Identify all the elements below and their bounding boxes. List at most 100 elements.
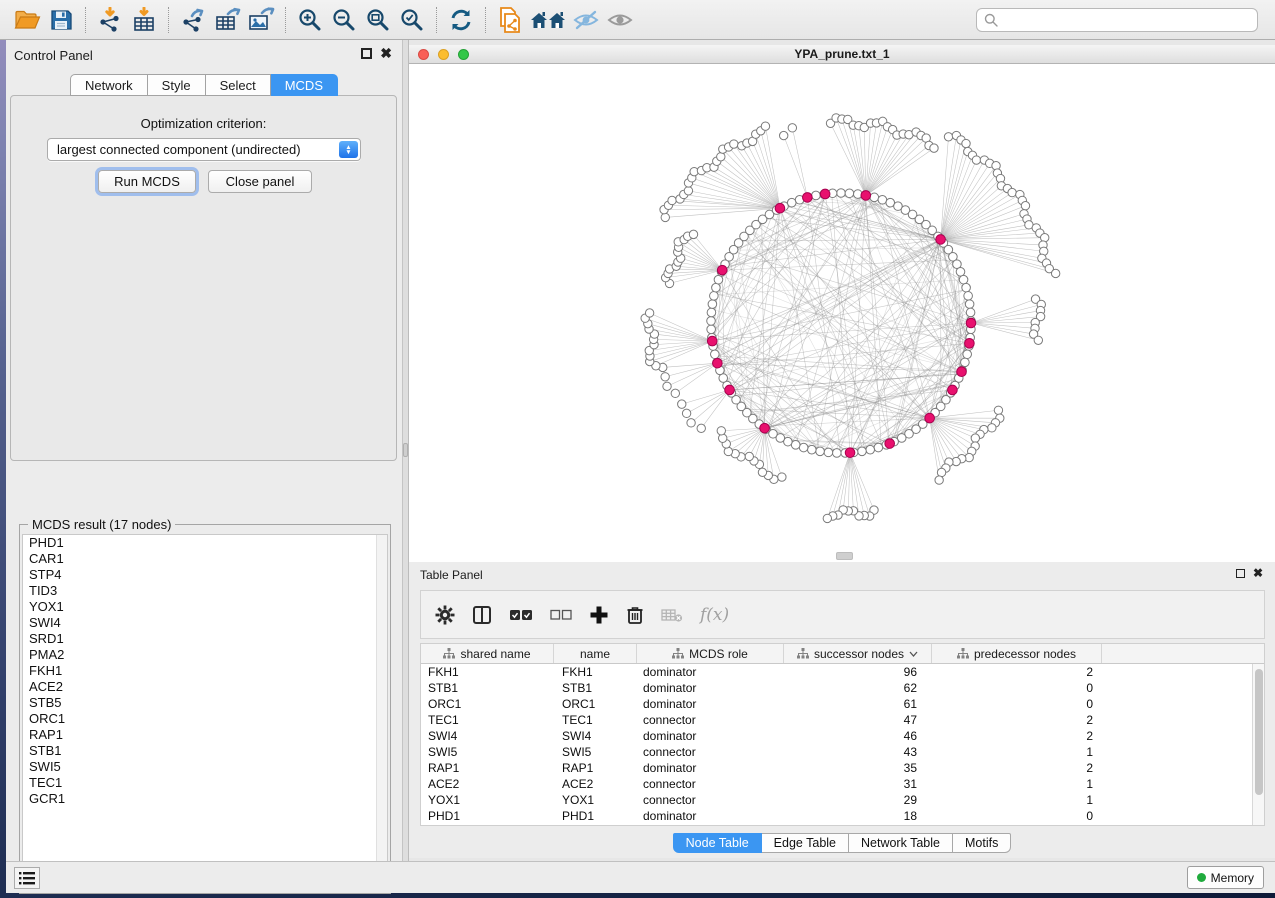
table-row[interactable]: RAP1RAP1dominator352: [421, 760, 1264, 776]
table-cell: FKH1: [554, 664, 637, 680]
tree-icon: [443, 648, 455, 659]
memory-button[interactable]: Memory: [1187, 866, 1264, 889]
mcds-result-item[interactable]: SRD1: [23, 631, 387, 647]
table-cell: 46: [784, 728, 932, 744]
horizontal-splitter-handle[interactable]: [836, 552, 853, 560]
settings-icon[interactable]: [435, 605, 455, 625]
table-row[interactable]: FKH1FKH1dominator962: [421, 664, 1264, 680]
network-window-titlebar[interactable]: YPA_prune.txt_1: [409, 45, 1275, 64]
zoom-out-icon[interactable]: [327, 5, 361, 35]
table-row[interactable]: ORC1ORC1dominator610: [421, 696, 1264, 712]
tab-motifs[interactable]: Motifs: [953, 833, 1011, 853]
mcds-result-item[interactable]: RAP1: [23, 727, 387, 743]
mcds-result-item[interactable]: ACE2: [23, 679, 387, 695]
table-header-row: shared name name MCDS role successor nod…: [421, 644, 1264, 664]
import-network-icon[interactable]: [93, 5, 127, 35]
export-image-icon[interactable]: [244, 5, 278, 35]
table-tabs: Node Table Edge Table Network Table Moti…: [409, 833, 1275, 853]
open-session-icon[interactable]: [10, 5, 44, 35]
vertical-splitter[interactable]: [402, 40, 409, 861]
column-header-shared-name[interactable]: shared name: [421, 644, 554, 663]
close-panel-icon[interactable]: ✖: [1253, 568, 1263, 579]
tab-network[interactable]: Network: [70, 74, 148, 96]
mcds-result-list[interactable]: PHD1CAR1STP4TID3YOX1SWI4SRD1PMA2FKH1ACE2…: [22, 534, 388, 891]
tree-icon: [957, 648, 969, 659]
table-toolbar: f(x): [420, 590, 1265, 639]
splitter-handle[interactable]: [403, 443, 408, 457]
table-cell: STB1: [421, 680, 554, 696]
mcds-result-item[interactable]: TEC1: [23, 775, 387, 791]
first-neighbors-icon[interactable]: [527, 5, 569, 35]
tab-style[interactable]: Style: [148, 74, 206, 96]
hide-selected-icon[interactable]: [569, 5, 603, 35]
table-row[interactable]: STB1STB1dominator620: [421, 680, 1264, 696]
column-header-name[interactable]: name: [554, 644, 637, 663]
export-network-icon[interactable]: [176, 5, 210, 35]
duplicate-network-icon[interactable]: [493, 5, 527, 35]
mcds-result-item[interactable]: CAR1: [23, 551, 387, 567]
table-cell: 43: [784, 744, 932, 760]
mcds-result-item[interactable]: PMA2: [23, 647, 387, 663]
tab-mcds[interactable]: MCDS: [271, 74, 338, 96]
scrollbar-thumb[interactable]: [1255, 669, 1263, 795]
table-row[interactable]: YOX1YOX1connector291: [421, 792, 1264, 808]
mcds-result-item[interactable]: FKH1: [23, 663, 387, 679]
close-panel-button[interactable]: Close panel: [208, 170, 312, 193]
table-cell: SWI4: [421, 728, 554, 744]
tab-edge-table[interactable]: Edge Table: [762, 833, 849, 853]
column-header-mcds-role[interactable]: MCDS role: [637, 644, 784, 663]
table-cell: dominator: [637, 728, 784, 744]
close-panel-icon[interactable]: ✖: [380, 48, 392, 59]
columns-icon[interactable]: [472, 605, 492, 625]
export-table-icon[interactable]: [210, 5, 244, 35]
import-table-icon[interactable]: [127, 5, 161, 35]
table-panel: Table Panel ✖ f(x): [409, 562, 1275, 858]
network-canvas[interactable]: [409, 64, 1275, 562]
table-cell: 62: [784, 680, 932, 696]
apply-layout-icon[interactable]: [444, 5, 478, 35]
column-header-predecessor-nodes[interactable]: predecessor nodes: [932, 644, 1102, 663]
search-field[interactable]: [976, 8, 1258, 32]
run-mcds-button[interactable]: Run MCDS: [98, 170, 196, 193]
show-all-icon[interactable]: [603, 5, 637, 35]
search-input[interactable]: [1003, 13, 1257, 27]
mcds-result-item[interactable]: PHD1: [23, 535, 387, 551]
tab-select[interactable]: Select: [206, 74, 271, 96]
select-all-icon[interactable]: [509, 608, 533, 622]
save-session-icon[interactable]: [44, 5, 78, 35]
table-row[interactable]: ACE2ACE2connector311: [421, 776, 1264, 792]
zoom-selected-icon[interactable]: [395, 5, 429, 35]
mcds-result-item[interactable]: STP4: [23, 567, 387, 583]
float-panel-icon[interactable]: [361, 48, 372, 59]
zoom-fit-icon[interactable]: [361, 5, 395, 35]
mcds-result-item[interactable]: TID3: [23, 583, 387, 599]
tab-node-table[interactable]: Node Table: [673, 833, 762, 853]
criterion-select[interactable]: largest connected component (undirected)…: [47, 138, 361, 161]
table-cell: PHD1: [554, 808, 637, 824]
mcds-result-item[interactable]: SWI5: [23, 759, 387, 775]
table-row[interactable]: PHD1PHD1dominator180: [421, 808, 1264, 824]
tab-network-table[interactable]: Network Table: [849, 833, 953, 853]
table-scrollbar[interactable]: [1252, 664, 1264, 825]
mcds-result-item[interactable]: STB5: [23, 695, 387, 711]
mcds-result-item[interactable]: SWI4: [23, 615, 387, 631]
add-column-icon[interactable]: [589, 605, 609, 625]
delete-column-icon[interactable]: [626, 605, 644, 625]
column-header-successor-nodes[interactable]: successor nodes: [784, 644, 932, 663]
deselect-all-icon[interactable]: [550, 609, 572, 621]
table-row[interactable]: TEC1TEC1connector472: [421, 712, 1264, 728]
tree-icon: [672, 648, 684, 659]
list-scrollbar[interactable]: [376, 535, 387, 890]
zoom-in-icon[interactable]: [293, 5, 327, 35]
mcds-result-item[interactable]: GCR1: [23, 791, 387, 807]
toolbar-separator: [485, 7, 486, 33]
table-row[interactable]: SWI4SWI4dominator462: [421, 728, 1264, 744]
show-panels-button[interactable]: [14, 867, 40, 889]
mcds-result-item[interactable]: STB1: [23, 743, 387, 759]
mcds-result-item[interactable]: YOX1: [23, 599, 387, 615]
table-row[interactable]: SWI5SWI5connector431: [421, 744, 1264, 760]
mcds-result-item[interactable]: ORC1: [23, 711, 387, 727]
float-panel-icon[interactable]: [1236, 569, 1245, 578]
table-cell: connector: [637, 712, 784, 728]
toolbar-separator: [168, 7, 169, 33]
